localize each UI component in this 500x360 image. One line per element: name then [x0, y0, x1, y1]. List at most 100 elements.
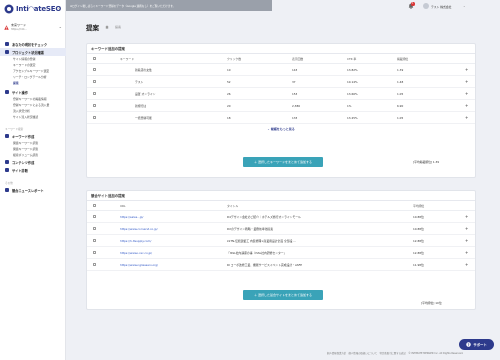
nav-site-diagnosis[interactable]: サイト診断: [0, 166, 66, 174]
add-icon[interactable]: +: [465, 214, 468, 219]
nav-site-ops[interactable]: サイト操作: [0, 88, 66, 96]
nav-keyword-create[interactable]: キーワード作成: [0, 132, 66, 140]
project-selector[interactable]: 未来ワード https://inti... ⌄: [4, 21, 62, 33]
table-row[interactable]: 設置 オンライン 26 153 13.66% 1.05 +: [87, 88, 475, 100]
add-icon[interactable]: +: [465, 250, 468, 255]
keyword-cell: 新規行は: [135, 103, 147, 108]
row-checkbox[interactable]: [93, 92, 97, 96]
table-row[interactable]: 新規行は 20 2,386 1% 6.90 +: [87, 100, 475, 112]
add-icon[interactable]: +: [465, 262, 468, 267]
add-selected-keywords-button[interactable]: ＋ 選択したキーワードをまとめて追加する: [243, 157, 323, 167]
breadcrumb: 提案: [115, 25, 122, 29]
logo-text: Inti◠ateSEO: [16, 5, 62, 13]
table-row[interactable]: https://www.i-rec.co.jp/ 「ISSL社内講座の事（ISS…: [87, 247, 475, 259]
competitor-url-link[interactable]: https://www.cornerst.co.jp/: [120, 227, 158, 231]
nav-sub-proposal[interactable]: 提案: [0, 80, 66, 86]
nav-news-report[interactable]: 競合ニュースレポート: [0, 186, 66, 194]
rank-cell: 6.90: [397, 103, 404, 108]
table-row[interactable]: https://h-ltsupply.com/ LSTN-伝統建築工 内装修理×…: [87, 235, 475, 247]
row-checkbox[interactable]: [93, 215, 97, 219]
column-header: タイトル: [227, 203, 239, 208]
competitor-url-link[interactable]: https://sales...jp/: [120, 215, 143, 219]
nav-label: サイト操作: [12, 90, 28, 95]
home-icon[interactable]: [105, 25, 109, 29]
nav-sub-site-traffic[interactable]: サイト流入状況確認: [0, 114, 66, 120]
competitor-url-link[interactable]: https://www.ngliesserv.org/: [120, 263, 158, 267]
row-checkbox[interactable]: [93, 239, 97, 243]
table-row[interactable]: https://www.ngliesserv.org/ RI コーポ改修工業、機…: [87, 259, 475, 271]
rank-cell: 1.48: [397, 79, 404, 84]
keyword-cell: 設置 オンライン: [135, 91, 156, 96]
project-name: 未来ワード: [11, 23, 27, 27]
table-row[interactable]: テスト 52 37 10.14% 1.48 +: [87, 76, 475, 88]
select-all-checkbox[interactable]: [93, 57, 97, 61]
add-icon[interactable]: +: [465, 238, 468, 243]
page-header: 提案 提案: [86, 22, 121, 32]
row-checkbox[interactable]: [93, 68, 97, 72]
nav-status-check[interactable]: あなたの現状をチェック: [0, 40, 66, 48]
add-selected-competitors-button[interactable]: ＋ 選択した競合サイトをまとめて追加する: [243, 290, 323, 300]
sidebar: Inti◠ateSEO « 未来ワード https://inti... ⌄ あな…: [0, 0, 66, 360]
rank-cell: 12.88位: [413, 238, 424, 243]
row-checkbox[interactable]: [93, 263, 97, 267]
chevron-down-icon: ⌄: [267, 127, 270, 131]
row-checkbox[interactable]: [93, 227, 97, 231]
add-icon[interactable]: +: [465, 115, 468, 120]
competitor-url-link[interactable]: https://www.i-rec.co.jp/: [120, 251, 152, 255]
nav-label: 競合ニュースレポート: [12, 188, 44, 193]
chevron-down-icon[interactable]: ⌄: [463, 4, 466, 8]
column-header: 掲載順位: [397, 56, 409, 61]
document-icon: [5, 160, 9, 164]
select-all-checkbox[interactable]: [93, 204, 97, 208]
table-row[interactable]: https://www.cornerst.co.jp/ DXのデザイン戦略・業務…: [87, 223, 475, 235]
rank-cell: 1.39: [397, 67, 404, 72]
column-header: クリック数: [227, 56, 241, 61]
topbar: ※ログイン後しばらくキーワード登録のデータ（Google 連携なし）をご覧いただ…: [66, 0, 500, 14]
table-row[interactable]: https://sales...jp/ D4デザイン会社のご紹介｜ホテルズ旅行オ…: [87, 211, 475, 223]
add-icon[interactable]: +: [465, 79, 468, 84]
column-header: 表示回数: [292, 56, 304, 61]
show-more-label: 候補をもっと見る: [270, 127, 295, 131]
table-header: URL タイトル 平均順位: [87, 201, 475, 211]
competitor-title-cell: RI コーポ改修工業、機能サービスイベント完成設計・ASFE: [227, 262, 303, 267]
add-icon[interactable]: +: [465, 103, 468, 108]
table-row[interactable]: 新着店の女性 10 143 13.82% 1.39 +: [87, 64, 475, 76]
support-button[interactable]: ? サポート: [459, 339, 494, 350]
user-name[interactable]: テスト 株式会社: [431, 5, 451, 9]
rank-cell: 10.88位: [413, 226, 424, 231]
avatar[interactable]: [423, 3, 429, 9]
clicks-cell: 10: [227, 67, 231, 72]
competitor-title-cell: DXのデザイン戦略・業務効率化提案: [227, 226, 274, 231]
rank-cell: 1.05: [397, 91, 404, 96]
row-checkbox[interactable]: [93, 116, 97, 120]
add-icon[interactable]: +: [465, 67, 468, 72]
add-icon[interactable]: +: [465, 91, 468, 96]
notification-count-badge: 1: [411, 2, 415, 6]
row-checkbox[interactable]: [93, 80, 97, 84]
nav-label: サイト診断: [12, 168, 28, 173]
row-checkbox[interactable]: [93, 104, 97, 108]
nav-content-create[interactable]: コンテンツ作成: [0, 158, 66, 166]
show-more-link[interactable]: ⌄ 候補をもっと見る: [87, 124, 475, 134]
notice-banner: ※ログイン後しばらくキーワード登録のデータ（Google 連携なし）をご覧いただ…: [66, 0, 272, 11]
sidebar-nav: あなたの現状をチェック プロジェクト状況確認 サイト情報の登録 キーワードの選定…: [0, 40, 66, 194]
app-logo[interactable]: Inti◠ateSEO: [4, 4, 61, 14]
column-header: CTR 率: [347, 56, 357, 61]
add-icon[interactable]: +: [465, 226, 468, 231]
nav-project-status[interactable]: プロジェクト状況確認: [0, 48, 66, 56]
collapse-sidebar-icon[interactable]: «: [58, 6, 61, 12]
nav-label: キーワード作成: [12, 134, 35, 139]
ctr-cell: 1%: [347, 103, 352, 108]
footer-links[interactable]: 個人情報保護方針 個人情報の取扱いについて 特定商取引に関する表記 © INTI…: [327, 351, 463, 355]
competitor-title-cell: D4デザイン会社のご紹介｜ホテルズ旅行オンラインモール: [227, 214, 301, 219]
row-checkbox[interactable]: [93, 251, 97, 255]
competitor-proposal-card: 競合サイト追加の提案 URL タイトル 平均順位 https://sales..…: [86, 190, 476, 310]
table-row[interactable]: 一括登録可能 18 133 13.25% 1.05 +: [87, 112, 475, 124]
ctr-cell: 13.66%: [347, 91, 358, 96]
keyword-cell: テスト: [135, 79, 144, 84]
clicks-cell: 18: [227, 115, 231, 120]
clicks-cell: 26: [227, 91, 231, 96]
competitor-url-link[interactable]: https://h-ltsupply.com/: [120, 239, 151, 243]
competitor-title-cell: 「ISSL社内講座の事（ISSL社内研修センター」: [227, 250, 287, 255]
impressions-cell: 143: [292, 67, 298, 72]
